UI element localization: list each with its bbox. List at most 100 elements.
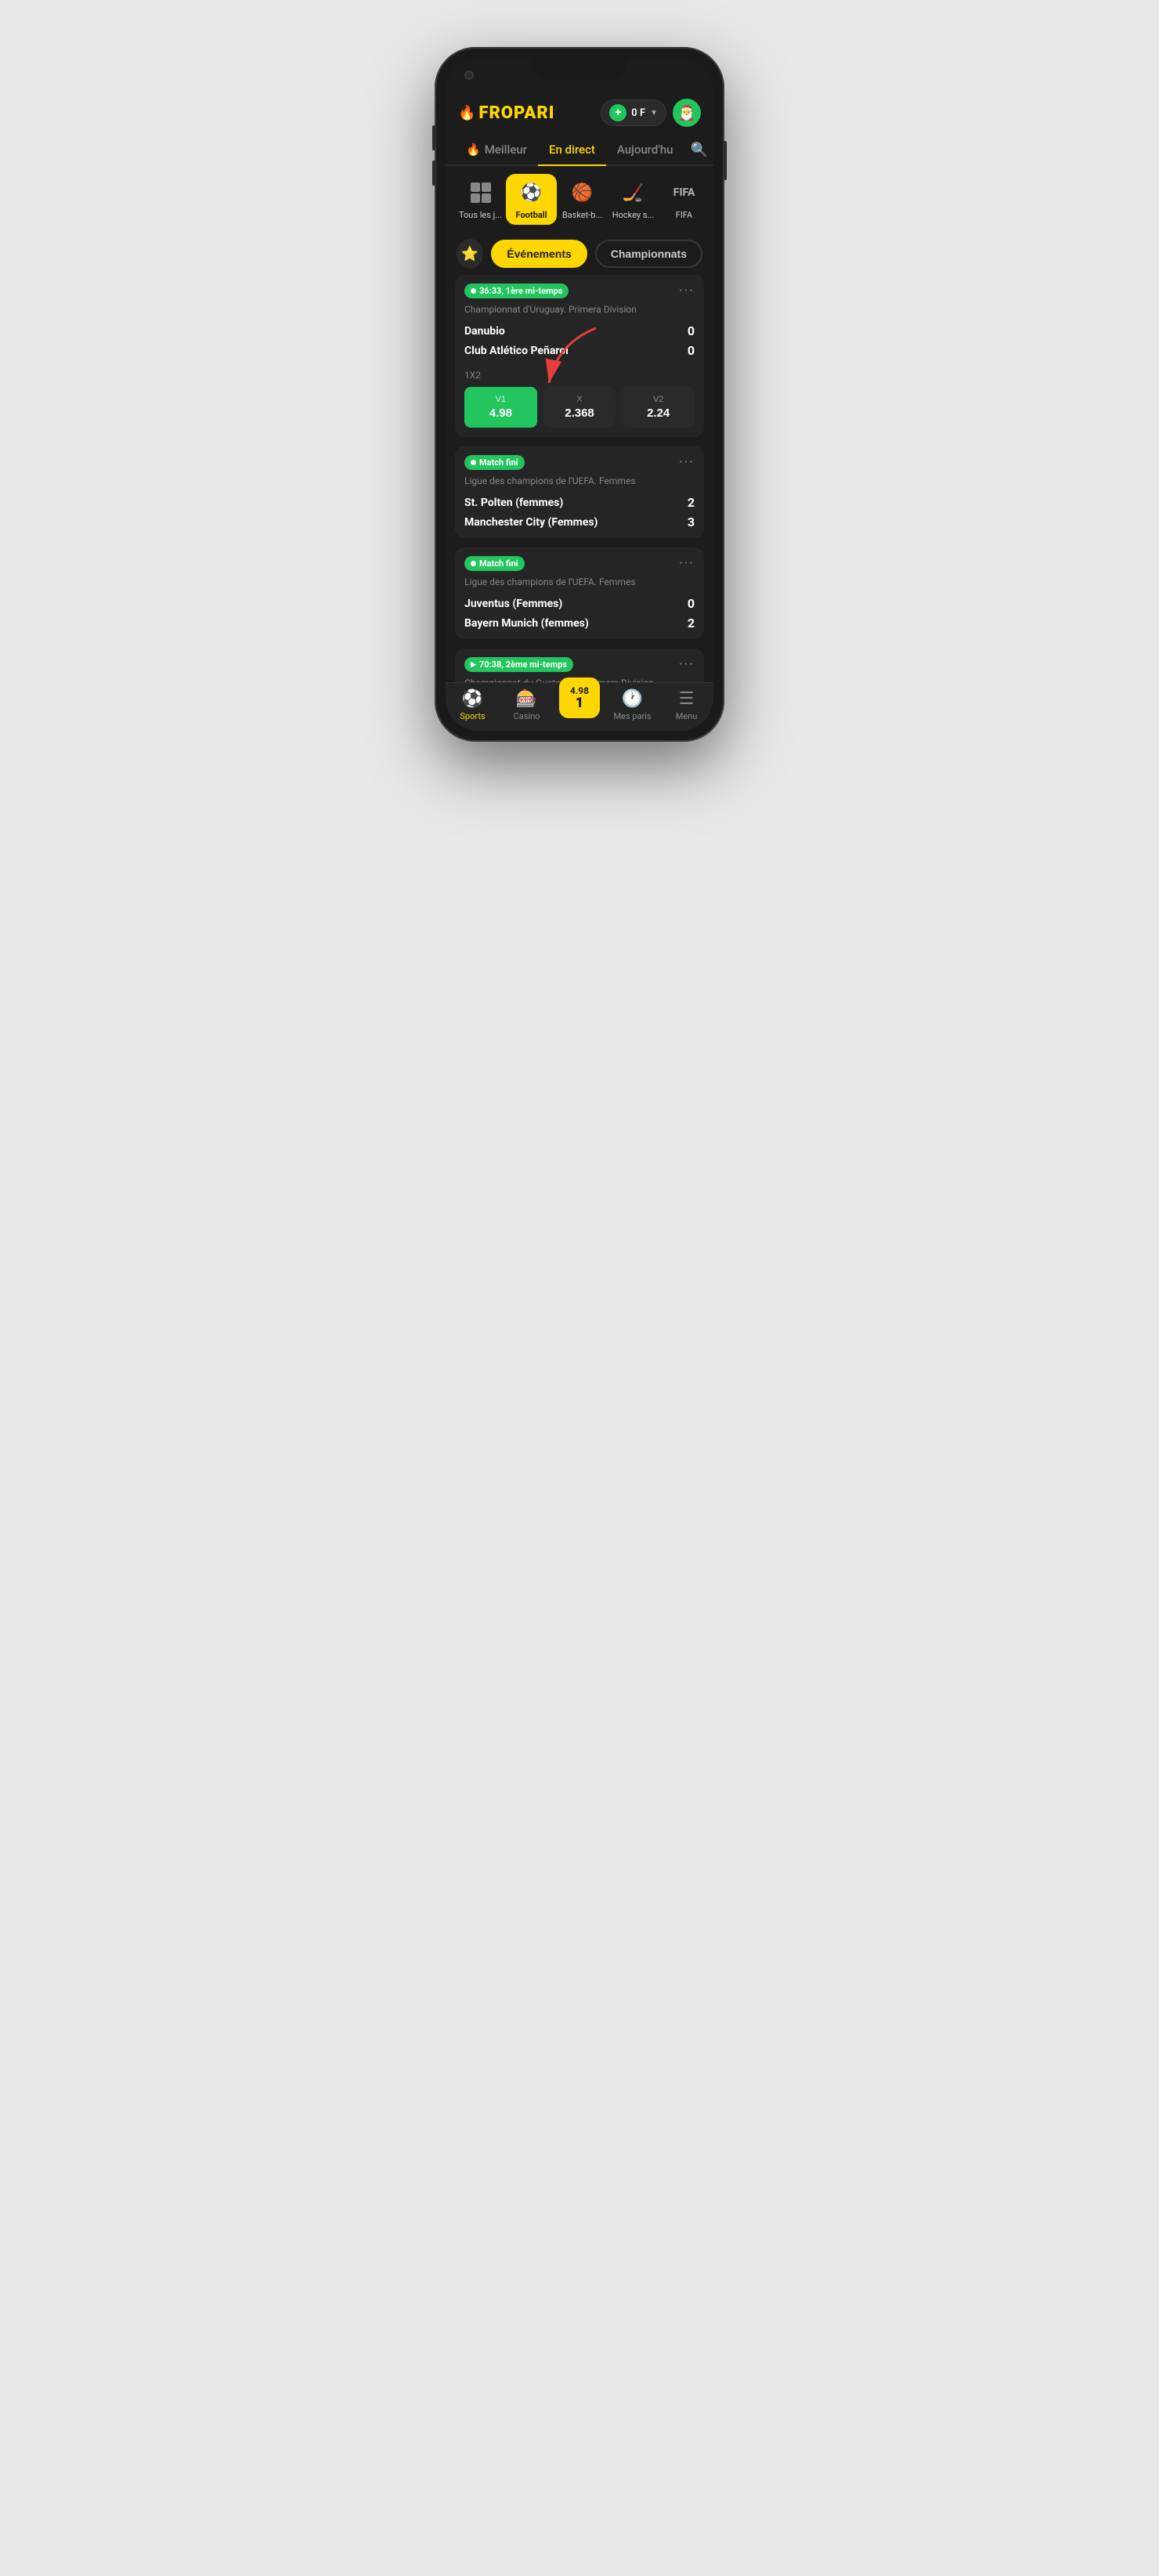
match-1-header: 36:33, 1ère mi-temps ··· xyxy=(455,275,704,304)
tab-aujourd-hui[interactable]: Aujourd'hu xyxy=(606,135,684,164)
match-3-header: Match fini ··· xyxy=(455,547,704,576)
match-3-team2-score: 2 xyxy=(688,616,695,630)
tab-en-direct[interactable]: En direct xyxy=(538,135,606,164)
match-1-league: Championnat d'Uruguay. Primera Division xyxy=(455,304,704,321)
phone-device: 🔥 FROPARI + 0 F ▼ 🎅 🔥 Meilleur En direct xyxy=(435,47,724,742)
live-indicator xyxy=(471,288,476,294)
odd-v1-label: V1 xyxy=(471,395,531,404)
match-3-team1-name: Juventus (Femmes) xyxy=(464,598,562,610)
matches-scroll-area[interactable]: 36:33, 1ère mi-temps ··· Championnat d'U… xyxy=(446,275,713,682)
nav-casino[interactable]: 🎰 Casino xyxy=(505,689,548,721)
play-icon: ▶ xyxy=(471,661,476,669)
sport-cat-hockey-label: Hockey s... xyxy=(612,210,654,220)
sport-cat-tennis[interactable]: 🎾 Tennis xyxy=(709,174,713,225)
sport-cat-football[interactable]: ⚽ Football xyxy=(506,174,557,225)
tab-aujourd-hui-label: Aujourd'hu xyxy=(617,143,673,157)
match-1-odds-row: V1 4.98 X 2.368 V2 2.24 xyxy=(455,387,704,437)
mes-paris-icon: 🕐 xyxy=(622,689,643,709)
app-header: 🔥 FROPARI + 0 F ▼ 🎅 xyxy=(446,92,713,135)
match-card-2: Match fini ··· Ligue des champions de l'… xyxy=(455,446,704,538)
match-2-team1-name: St. Polten (femmes) xyxy=(464,497,563,509)
sport-cat-basketball[interactable]: 🏀 Basket-b... xyxy=(557,174,608,225)
match-3-status-badge: Match fini xyxy=(464,556,525,571)
live-indicator-2 xyxy=(471,460,476,465)
sport-cat-fifa[interactable]: FIFA FIFA xyxy=(659,174,709,225)
match-2-team2-row: Manchester City (Femmes) 3 xyxy=(464,512,695,532)
filter-evenements[interactable]: Événements xyxy=(491,240,587,268)
match-2-header: Match fini ··· xyxy=(455,446,704,475)
match-1-status: 36:33, 1ère mi-temps xyxy=(464,284,569,298)
filter-championnats[interactable]: Championnats xyxy=(595,240,702,268)
bet-slip-button[interactable]: 4.98 1 xyxy=(559,677,600,718)
user-avatar[interactable]: 🎅 xyxy=(673,99,701,127)
nav-mes-paris[interactable]: 🕐 Mes paris xyxy=(611,689,654,721)
match-4-header: ▶ 70:38, 2ème mi-temps ··· xyxy=(455,649,704,677)
match-2-more-button[interactable]: ··· xyxy=(679,454,695,471)
match-4-more-button[interactable]: ··· xyxy=(679,656,695,673)
sport-cat-all[interactable]: Tous les j... xyxy=(455,174,506,225)
match-3-teams: Juventus (Femmes) 0 Bayern Munich (femme… xyxy=(455,594,704,639)
match-2-team1-score: 2 xyxy=(688,495,695,510)
odd-v2-button[interactable]: V2 2.24 xyxy=(622,387,695,428)
match-2-team2-score: 3 xyxy=(688,515,695,529)
match-3-team1-score: 0 xyxy=(688,596,695,611)
sport-cat-all-label: Tous les j... xyxy=(459,210,502,220)
sport-cat-basketball-label: Basket-b... xyxy=(562,210,602,220)
tab-meilleur[interactable]: 🔥 Meilleur xyxy=(455,135,538,164)
nav-menu-label: Menu xyxy=(676,711,698,721)
main-nav: 🔥 Meilleur En direct Aujourd'hu 🔍 xyxy=(446,135,713,166)
phone-notch xyxy=(533,58,626,80)
match-2-team1-row: St. Polten (femmes) 2 xyxy=(464,493,695,512)
add-funds-icon[interactable]: + xyxy=(609,104,626,121)
sport-cat-hockey[interactable]: 🏒 Hockey s... xyxy=(608,174,659,225)
tab-en-direct-label: En direct xyxy=(549,143,595,157)
odd-x-button[interactable]: X 2.368 xyxy=(543,387,616,428)
sport-cat-football-label: Football xyxy=(516,210,547,220)
match-1-bet-type: 1X2 xyxy=(455,367,704,387)
odd-x-label: X xyxy=(550,395,610,404)
volume-button-2 xyxy=(432,161,435,186)
match-4-status: ▶ 70:38, 2ème mi-temps xyxy=(464,657,573,672)
header-right: + 0 F ▼ 🎅 xyxy=(601,99,701,127)
match-3-status-text: Match fini xyxy=(479,558,518,569)
match-3-team2-name: Bayern Munich (femmes) xyxy=(464,617,589,630)
flame-icon: 🔥 xyxy=(458,105,475,121)
volume-button xyxy=(432,125,435,150)
match-1-team1-row: Danubio 0 xyxy=(464,321,695,341)
bet-count-value: 1 xyxy=(576,696,583,710)
balance-button[interactable]: + 0 F ▼ xyxy=(601,99,666,126)
matches-list: 36:33, 1ère mi-temps ··· Championnat d'U… xyxy=(446,275,713,682)
match-2-teams: St. Polten (femmes) 2 Manchester City (F… xyxy=(455,493,704,538)
match-4-status-badge: ▶ 70:38, 2ème mi-temps xyxy=(464,657,573,672)
casino-icon: 🎰 xyxy=(516,689,537,709)
grid-icon xyxy=(467,179,495,207)
match-1-status-text: 36:33, 1ère mi-temps xyxy=(479,286,562,296)
app-logo: 🔥 FROPARI xyxy=(458,103,554,123)
filter-row: ⭐ Événements Championnats xyxy=(446,233,713,275)
phone-screen: 🔥 FROPARI + 0 F ▼ 🎅 🔥 Meilleur En direct xyxy=(446,58,713,731)
search-button[interactable]: 🔍 xyxy=(684,135,714,164)
match-1-status-badge: 36:33, 1ère mi-temps xyxy=(464,284,569,298)
odd-v1-button[interactable]: V1 4.98 xyxy=(464,387,537,428)
nav-sports[interactable]: ⚽ Sports xyxy=(451,689,494,721)
match-3-status: Match fini xyxy=(464,556,525,571)
match-4-status-text: 70:38, 2ème mi-temps xyxy=(479,659,567,670)
match-3-more-button[interactable]: ··· xyxy=(679,555,695,572)
balance-value: 0 F xyxy=(631,107,645,119)
nav-menu[interactable]: ☰ Menu xyxy=(665,689,708,721)
match-1-team2-score: 0 xyxy=(688,343,695,358)
match-1-more-button[interactable]: ··· xyxy=(679,283,695,299)
favorites-button[interactable]: ⭐ xyxy=(457,239,483,269)
match-2-status: Match fini xyxy=(464,455,525,470)
nav-sports-label: Sports xyxy=(460,711,485,721)
fifa-icon: FIFA xyxy=(670,179,699,207)
hockey-icon: 🏒 xyxy=(619,179,648,207)
match-2-team2-name: Manchester City (Femmes) xyxy=(464,516,598,529)
match-2-status-text: Match fini xyxy=(479,457,518,468)
match-3-team1-row: Juventus (Femmes) 0 xyxy=(464,594,695,613)
match-2-status-badge: Match fini xyxy=(464,455,525,470)
odd-v1-value: 4.98 xyxy=(471,406,531,420)
live-indicator-3 xyxy=(471,561,476,566)
match-2-league: Ligue des champions de l'UEFA. Femmes xyxy=(455,475,704,493)
match-1-team1-name: Danubio xyxy=(464,325,505,338)
